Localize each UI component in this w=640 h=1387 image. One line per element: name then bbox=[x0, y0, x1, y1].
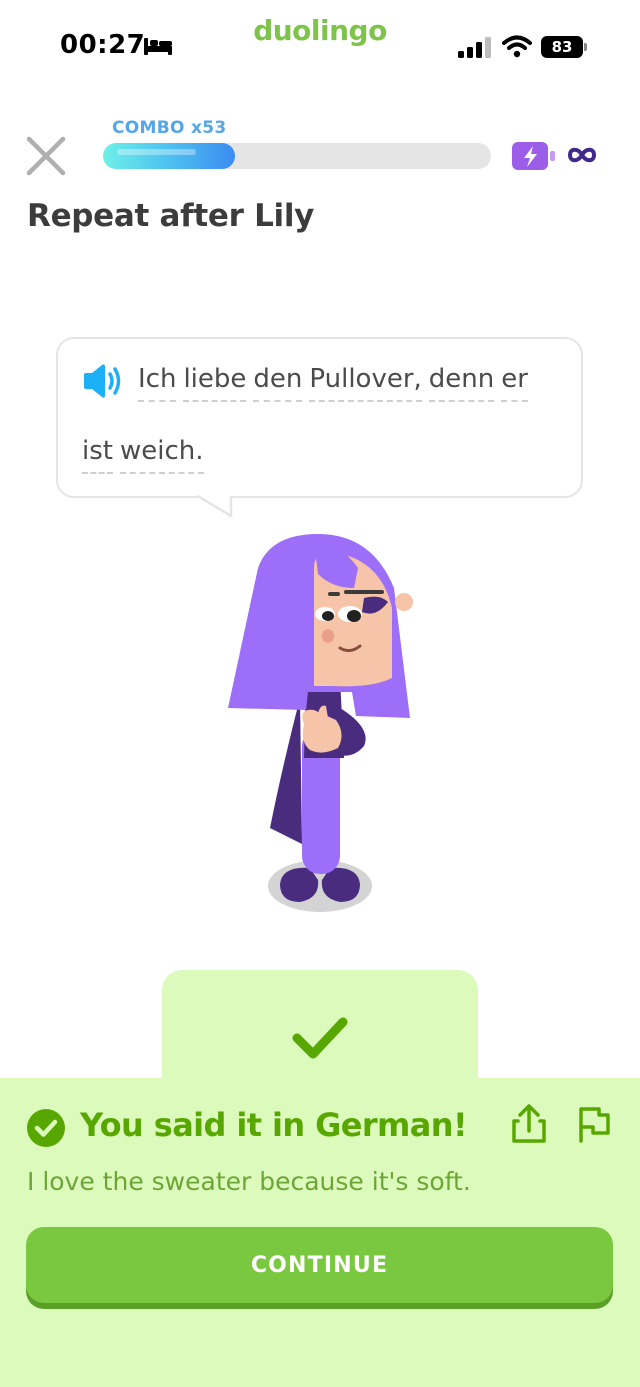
success-check-circle-icon bbox=[27, 1109, 65, 1147]
battery-indicator: 83 bbox=[541, 36, 587, 58]
combo-counter: COMBO x53 bbox=[112, 118, 227, 138]
share-icon[interactable] bbox=[510, 1103, 548, 1145]
prompt-word[interactable]: Ich bbox=[138, 364, 177, 402]
lily-character-illustration bbox=[228, 534, 413, 912]
progress-shine bbox=[117, 149, 197, 155]
energy-battery-icon[interactable] bbox=[511, 140, 557, 172]
prompt-word[interactable]: weich. bbox=[119, 436, 204, 474]
correct-checkmark-icon bbox=[292, 1017, 348, 1059]
prompt-line-1: Ich liebe den Pullover, denn er bbox=[138, 364, 528, 402]
prompt-word[interactable]: denn bbox=[428, 364, 495, 402]
battery-tip bbox=[584, 43, 587, 51]
exercise-instruction: Repeat after Lily bbox=[27, 198, 315, 234]
result-title: You said it in German! bbox=[80, 1106, 468, 1144]
prompt-word[interactable]: er bbox=[501, 364, 528, 402]
continue-button[interactable]: CONTINUE bbox=[26, 1227, 613, 1303]
speaker-audio-icon[interactable] bbox=[82, 363, 124, 399]
lesson-progress-bar bbox=[103, 143, 491, 169]
close-icon[interactable] bbox=[26, 136, 66, 176]
status-bar: 00:27 duolingo 83 bbox=[0, 0, 640, 90]
prompt-word[interactable]: den bbox=[253, 364, 303, 402]
lesson-progress-fill bbox=[103, 143, 235, 169]
prompt-word[interactable]: Pullover, bbox=[309, 364, 422, 402]
infinity-icon bbox=[567, 147, 597, 163]
battery-level: 83 bbox=[541, 36, 583, 58]
prompt-line-2: ist weich. bbox=[82, 436, 204, 474]
unlimited-energy-icon: ∞ bbox=[566, 142, 598, 168]
translation-text: I love the sweater because it's soft. bbox=[27, 1167, 471, 1196]
cellular-signal-icon bbox=[458, 37, 491, 58]
wifi-icon bbox=[502, 35, 532, 58]
prompt-word[interactable]: liebe bbox=[183, 364, 247, 402]
prompt-word[interactable]: ist bbox=[82, 436, 113, 474]
report-flag-icon[interactable] bbox=[575, 1105, 613, 1143]
speech-bubble-tail bbox=[196, 494, 233, 518]
continue-button-label: CONTINUE bbox=[250, 1252, 389, 1278]
